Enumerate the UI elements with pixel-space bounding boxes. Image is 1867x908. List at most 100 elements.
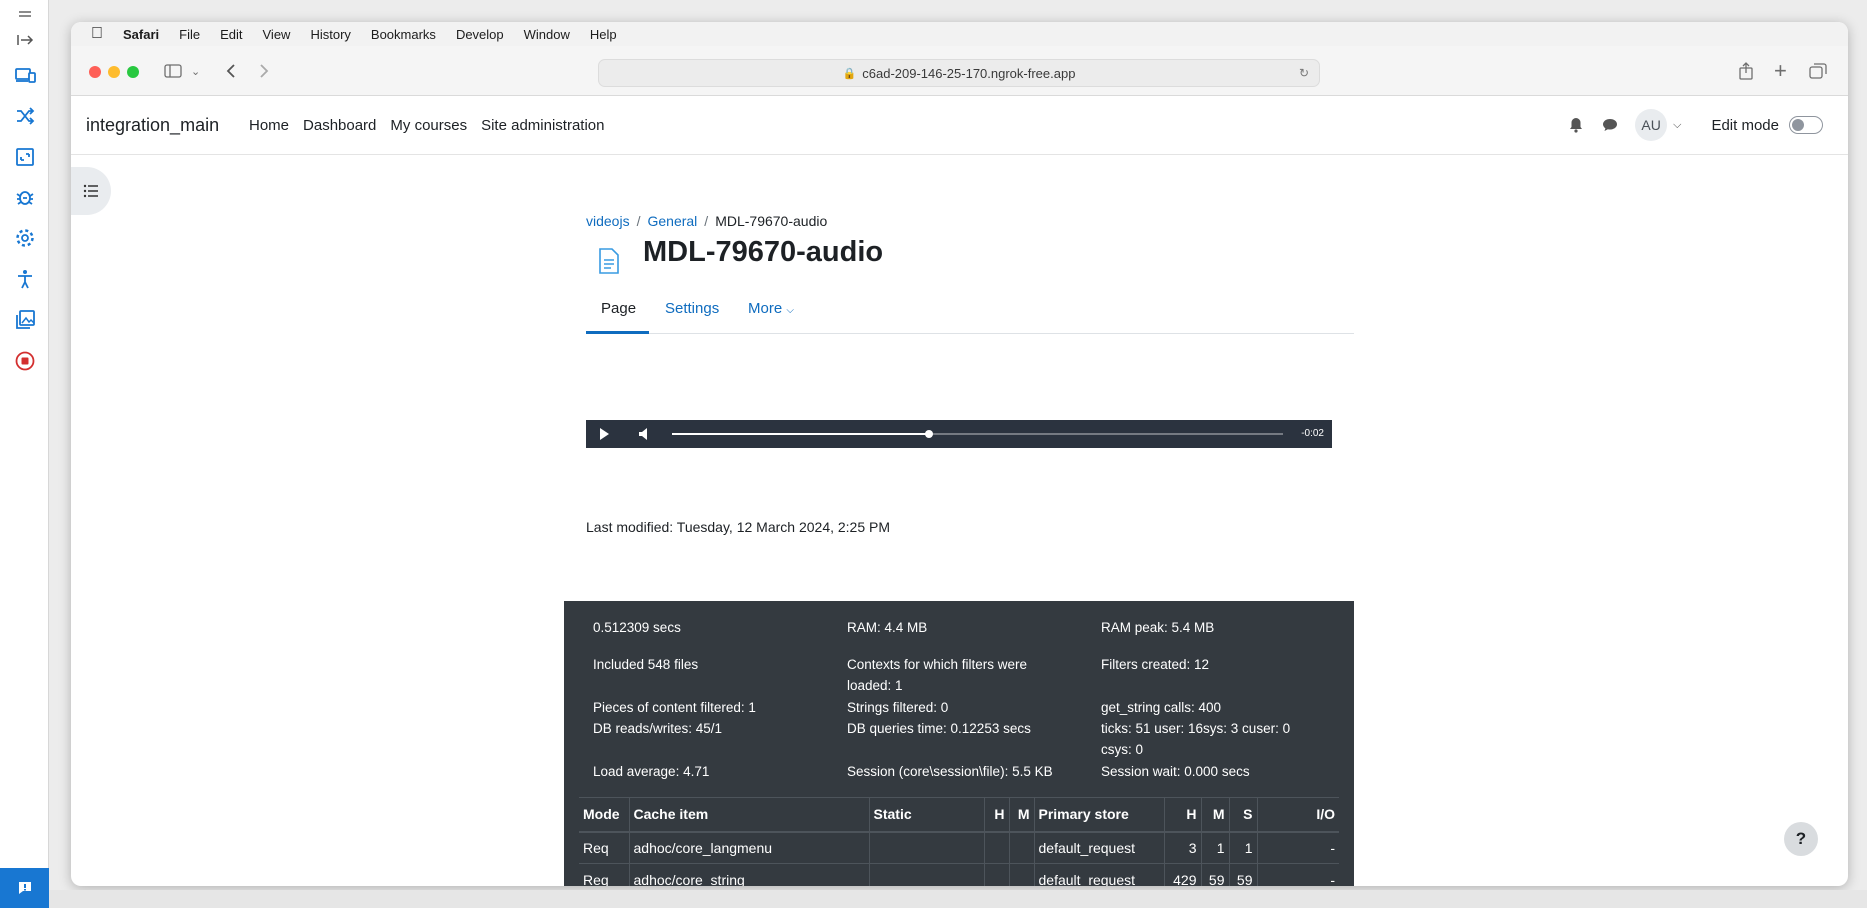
menu-window[interactable]: Window <box>524 27 570 42</box>
bug-icon[interactable] <box>12 184 38 210</box>
tab-more[interactable]: More ⌵ <box>748 300 794 317</box>
user-avatar[interactable]: AU <box>1635 109 1668 141</box>
nav-my-courses[interactable]: My courses <box>390 117 467 134</box>
apple-icon[interactable]:  <box>91 25 103 43</box>
notifications-bell-icon[interactable] <box>1567 116 1585 134</box>
site-name[interactable]: integration_main <box>86 115 219 136</box>
forward-icon[interactable] <box>259 60 269 82</box>
edit-mode-toggle[interactable] <box>1789 116 1823 134</box>
record-icon[interactable] <box>12 348 38 374</box>
accessibility-icon[interactable] <box>12 266 38 292</box>
perf-filters-created: Filters created: 12 <box>1101 657 1210 672</box>
menu-bar:  Safari File Edit View History Bookmark… <box>71 22 1848 46</box>
perf-session-size: Session (core\session\file): 5.5 KB <box>847 764 1053 779</box>
cell-static-hits <box>983 863 1009 886</box>
shuffle-icon[interactable] <box>12 103 38 129</box>
address-bar[interactable]: 🔒 c6ad-209-146-25-170.ngrok-free.app ↻ <box>598 59 1320 87</box>
devices-icon[interactable] <box>12 62 38 88</box>
primary-navigation: Home Dashboard My courses Site administr… <box>249 117 619 134</box>
help-button[interactable]: ? <box>1784 822 1818 856</box>
progress-fill <box>672 433 929 435</box>
expand-icon[interactable] <box>12 27 38 53</box>
cell-sets: 59 <box>1228 863 1257 886</box>
menu-edit[interactable]: Edit <box>220 27 242 42</box>
feedback-icon[interactable] <box>0 868 49 908</box>
screenshot-icon[interactable] <box>12 144 38 170</box>
tab-settings[interactable]: Settings <box>665 300 719 317</box>
perf-time: 0.512309 secs <box>593 620 681 635</box>
performance-info: 0.512309 secs RAM: 4.4 MB RAM peak: 5.4 … <box>564 601 1354 886</box>
gallery-icon[interactable] <box>12 307 38 333</box>
cell-io: - <box>1256 863 1339 886</box>
user-menu-chevron-icon[interactable]: ⌵ <box>1673 119 1681 132</box>
cell-static <box>868 863 984 886</box>
cell-cache-item: adhoc/core_langmenu <box>628 831 869 864</box>
time-remaining: -0:02 <box>1301 428 1324 439</box>
play-icon[interactable] <box>600 428 609 440</box>
menu-bookmarks[interactable]: Bookmarks <box>371 27 436 42</box>
breadcrumb-item-videojs[interactable]: videojs <box>586 213 630 229</box>
perf-db-reads-writes: DB reads/writes: 45/1 <box>593 721 723 736</box>
menu-file[interactable]: File <box>179 27 200 42</box>
col-io: I/O <box>1256 797 1339 833</box>
progress-slider[interactable] <box>672 430 1283 438</box>
volume-icon[interactable] <box>638 427 650 446</box>
menu-app-name[interactable]: Safari <box>123 27 159 42</box>
table-row: Req adhoc/core_langmenu default_request … <box>579 831 1339 864</box>
url-text: c6ad-209-146-25-170.ngrok-free.app <box>862 65 1076 81</box>
cell-mode: Req <box>579 863 629 886</box>
tab-overview-icon[interactable] <box>1809 60 1827 82</box>
perf-ram: RAM: 4.4 MB <box>847 620 928 635</box>
cache-table: Mode Cache item Static H M Primary store… <box>579 797 1339 886</box>
sidebar-toggle-icon[interactable] <box>164 60 182 82</box>
nav-dashboard[interactable]: Dashboard <box>303 117 376 134</box>
col-static-misses: M <box>1008 797 1034 833</box>
col-hits: H <box>1163 797 1201 833</box>
cell-static <box>868 831 984 864</box>
active-tab-indicator <box>586 331 649 334</box>
perf-ticks: ticks: 51 user: 16sys: 3 cuser: 0 csys: … <box>1101 721 1291 757</box>
breadcrumb: videojs / General / MDL-79670-audio <box>586 213 828 229</box>
menu-develop[interactable]: Develop <box>456 27 504 42</box>
chevron-down-icon[interactable]: ⌄ <box>191 60 200 82</box>
navbar-user-area: AU ⌵ Edit mode <box>1567 109 1823 141</box>
perf-load-average: Load average: 4.71 <box>593 764 710 779</box>
desktop-bottom-strip <box>49 890 1867 908</box>
progress-handle[interactable] <box>924 430 933 438</box>
browser-toolbar: ⌄ 🔒 c6ad-209-146-25-170.ngrok-free.app ↻… <box>71 46 1848 96</box>
col-mode: Mode <box>579 797 629 833</box>
col-static-hits: H <box>983 797 1009 833</box>
breadcrumb-item-general[interactable]: General <box>647 213 697 229</box>
table-row: Req adhoc/core_string default_request 42… <box>579 863 1339 886</box>
tab-page[interactable]: Page <box>601 300 636 317</box>
new-tab-icon[interactable]: + <box>1774 58 1787 83</box>
perf-db-queries-time: DB queries time: 0.12253 secs <box>847 721 1031 736</box>
settings-icon[interactable] <box>12 225 38 251</box>
menu-history[interactable]: History <box>310 27 350 42</box>
nav-site-administration[interactable]: Site administration <box>481 117 604 134</box>
minimize-window-button[interactable] <box>108 66 120 78</box>
last-modified: Last modified: Tuesday, 12 March 2024, 2… <box>586 519 891 535</box>
page-title: MDL-79670-audio <box>643 236 884 268</box>
reload-icon[interactable]: ↻ <box>1299 66 1309 80</box>
audio-player: -0:02 <box>586 420 1332 448</box>
tool-strip <box>0 0 49 908</box>
menu-help[interactable]: Help <box>590 27 617 42</box>
close-window-button[interactable] <box>89 66 101 78</box>
share-icon[interactable] <box>1739 60 1753 82</box>
cell-misses: 1 <box>1200 831 1229 864</box>
nav-home[interactable]: Home <box>249 117 289 134</box>
secondary-navigation: Page Settings More ⌵ <box>586 288 1354 334</box>
cell-primary-store: default_request <box>1033 831 1164 864</box>
menu-icon[interactable] <box>12 2 38 28</box>
chevron-down-icon: ⌵ <box>786 305 794 316</box>
perf-get-string: get_string calls: 400 <box>1101 700 1222 715</box>
zoom-window-button[interactable] <box>127 66 139 78</box>
cell-static-hits <box>983 831 1009 864</box>
cell-hits: 429 <box>1163 863 1201 886</box>
back-icon[interactable] <box>226 60 236 82</box>
perf-contexts: Contexts for which filters were loaded: … <box>847 657 1028 693</box>
menu-view[interactable]: View <box>263 27 291 42</box>
site-navbar: integration_main Home Dashboard My cours… <box>71 96 1848 155</box>
messages-icon[interactable] <box>1601 116 1619 134</box>
